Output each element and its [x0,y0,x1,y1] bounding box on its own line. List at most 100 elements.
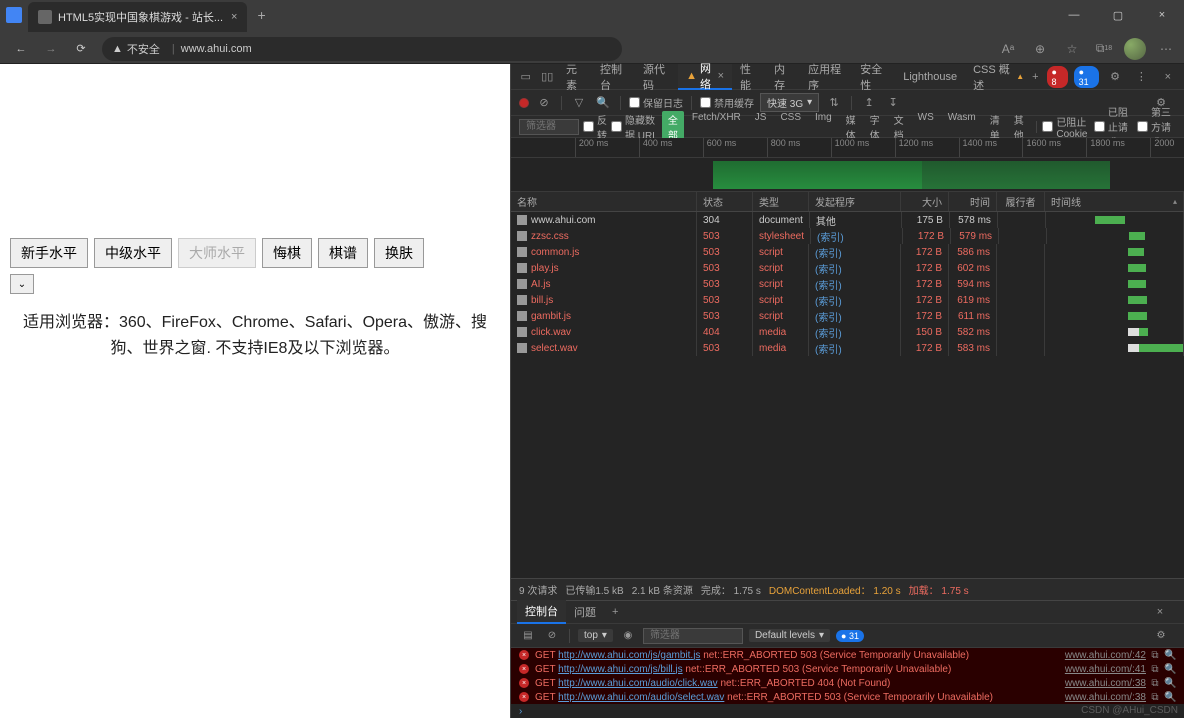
settings-icon[interactable]: ⚙ [1105,65,1125,89]
col-status[interactable]: 状态 [697,192,753,211]
col-time[interactable]: 时间 [949,192,997,211]
console-clear-icon[interactable]: ⊘ [543,627,561,645]
error-count-badge[interactable]: ● 8 [1047,66,1068,88]
col-executor[interactable]: 履行者 [997,192,1045,211]
game-button[interactable]: 换肤 [374,238,424,268]
game-button[interactable]: 棋谱 [318,238,368,268]
game-button[interactable]: 中级水平 [94,238,172,268]
col-size[interactable]: 大小 [901,192,949,211]
timeline-overview[interactable] [511,158,1184,192]
ruler-tick: 2000 [1150,138,1174,157]
game-button[interactable]: 新手水平 [10,238,88,268]
skin-dropdown[interactable]: ⌄ [10,274,34,294]
console-filter-input[interactable] [643,628,743,644]
network-row[interactable]: www.ahui.com304document其他175 B578 ms [511,212,1184,228]
devtools-tab[interactable]: 源代码 [635,64,678,90]
hide-data-url-checkbox[interactable]: 隐藏数据 URL [611,112,658,142]
read-aloud-icon[interactable]: Aᵃ [996,37,1020,61]
back-button[interactable]: ← [6,35,36,63]
game-button[interactable]: 悔棋 [262,238,312,268]
console-error-row[interactable]: ×GET http://www.ahui.com/audio/select.wa… [511,690,1184,704]
devtools-tab[interactable]: 安全性 [852,64,895,90]
throttle-select[interactable]: 快速 3G ▾ [760,93,819,112]
more-icon[interactable]: ⋯ [1154,37,1178,61]
export-icon[interactable]: ↧ [884,94,902,112]
url-text: www.ahui.com [181,43,252,55]
close-window-icon[interactable]: × [1140,0,1184,30]
clear-button[interactable]: ⊘ [535,94,553,112]
col-waterfall[interactable]: 时间线▴ [1045,192,1184,211]
console-sidebar-icon[interactable]: ▤ [519,627,537,645]
close-devtools-icon[interactable]: × [1158,65,1178,89]
maximize-icon[interactable]: ▢ [1096,0,1140,30]
devtools-tab[interactable]: 性能 [732,64,766,90]
game-button-row: 新手水平中级水平大师水平悔棋棋谱换肤 [10,238,500,268]
favorites-icon[interactable]: ☆ [1060,37,1084,61]
col-initiator[interactable]: 发起程序 [809,192,901,211]
close-tab-icon[interactable]: × [231,11,237,23]
blocked-cookie-checkbox[interactable]: 已阻止 Cookie [1042,114,1090,140]
filter-input[interactable] [519,119,579,135]
devtools-tab[interactable]: Lighthouse [895,64,965,90]
ruler-tick: 1000 ms [831,138,870,157]
console-tab[interactable]: 控制台 [517,600,566,624]
zoom-icon[interactable]: ⊕ [1028,37,1052,61]
devtools-tab[interactable]: 元素 [558,64,592,90]
insecure-badge[interactable]: ▲ 不安全 [112,41,160,57]
devtools-tab[interactable]: 控制台 [592,64,635,90]
log-levels-select[interactable]: Default levels ▾ [749,629,830,642]
search-icon[interactable]: 🔍 [594,94,612,112]
devtools-tab[interactable]: 内存 [766,64,800,90]
tab-title: HTML5实现中国象棋游戏 - 站长... [58,9,223,25]
favicon-icon [38,10,52,24]
devtools-tab[interactable]: ▲网络× [678,64,732,90]
issues-tab[interactable]: 问题 [566,600,604,624]
browser-tab[interactable]: HTML5实现中国象棋游戏 - 站长... × [28,2,247,32]
col-name[interactable]: 名称 [511,192,697,211]
info-count-badge[interactable]: ● 31 [1074,66,1099,88]
drawer-add-tab[interactable]: + [604,606,626,618]
devtools-tab[interactable]: 应用程序 [800,64,852,90]
network-row[interactable]: click.wav404media(索引)150 B582 ms [511,324,1184,340]
collections-icon[interactable]: ⧉18 [1092,37,1116,61]
console-settings-icon[interactable]: ⚙ [1152,627,1170,645]
profile-avatar[interactable] [1124,38,1146,60]
close-drawer-icon[interactable]: × [1148,600,1172,624]
network-row[interactable]: play.js503script(索引)172 B602 ms [511,260,1184,276]
context-select[interactable]: top ▾ [578,629,613,642]
console-issue-badge[interactable]: ● 31 [836,630,864,642]
network-row[interactable]: select.wav503media(索引)172 B583 ms [511,340,1184,356]
network-row[interactable]: bill.js503script(索引)172 B619 ms [511,292,1184,308]
forward-button[interactable]: → [36,35,66,63]
timeline-ruler[interactable]: 200 ms400 ms600 ms800 ms1000 ms1200 ms14… [511,138,1184,158]
new-tab-button[interactable]: + [247,1,275,29]
filter-toggle-icon[interactable]: ▽ [570,94,588,112]
network-conditions-icon[interactable]: ⇅ [825,94,843,112]
network-row[interactable]: gambit.js503script(索引)172 B611 ms [511,308,1184,324]
minimize-icon[interactable]: — [1052,0,1096,30]
console-error-row[interactable]: ×GET http://www.ahui.com/js/bill.js net:… [511,662,1184,676]
network-row[interactable]: zzsc.css503stylesheet(索引)172 B579 ms [511,228,1184,244]
console-error-row[interactable]: ×GET http://www.ahui.com/js/gambit.js ne… [511,648,1184,662]
devtools-tab[interactable]: CSS 概述 [965,64,1020,90]
preserve-log-checkbox[interactable]: 保留日志 [629,95,683,110]
url-box[interactable]: ▲ 不安全 | www.ahui.com [102,37,622,61]
import-icon[interactable]: ↥ [860,94,878,112]
inspect-icon[interactable]: ▭ [515,65,536,89]
invert-checkbox[interactable]: 反转 [583,112,607,142]
reload-button[interactable]: ⟳ [66,35,96,63]
live-expression-icon[interactable]: ◉ [619,627,637,645]
device-toggle-icon[interactable]: ▯▯ [536,65,557,89]
record-button[interactable] [519,98,529,108]
disable-cache-checkbox[interactable]: 禁用缓存 [700,95,754,110]
more-tools-icon[interactable]: ⋮ [1131,65,1151,89]
ruler-tick: 1200 ms [895,138,934,157]
ruler-tick: 1800 ms [1086,138,1125,157]
network-table-header[interactable]: 名称 状态 类型 发起程序 大小 时间 履行者 时间线▴ [511,192,1184,212]
network-row[interactable]: common.js503script(索引)172 B586 ms [511,244,1184,260]
col-type[interactable]: 类型 [753,192,809,211]
add-tab-button[interactable]: + [1024,71,1046,83]
network-row[interactable]: AI.js503script(索引)172 B594 ms [511,276,1184,292]
network-table-body[interactable]: www.ahui.com304document其他175 B578 mszzsc… [511,212,1184,578]
console-error-row[interactable]: ×GET http://www.ahui.com/audio/click.wav… [511,676,1184,690]
